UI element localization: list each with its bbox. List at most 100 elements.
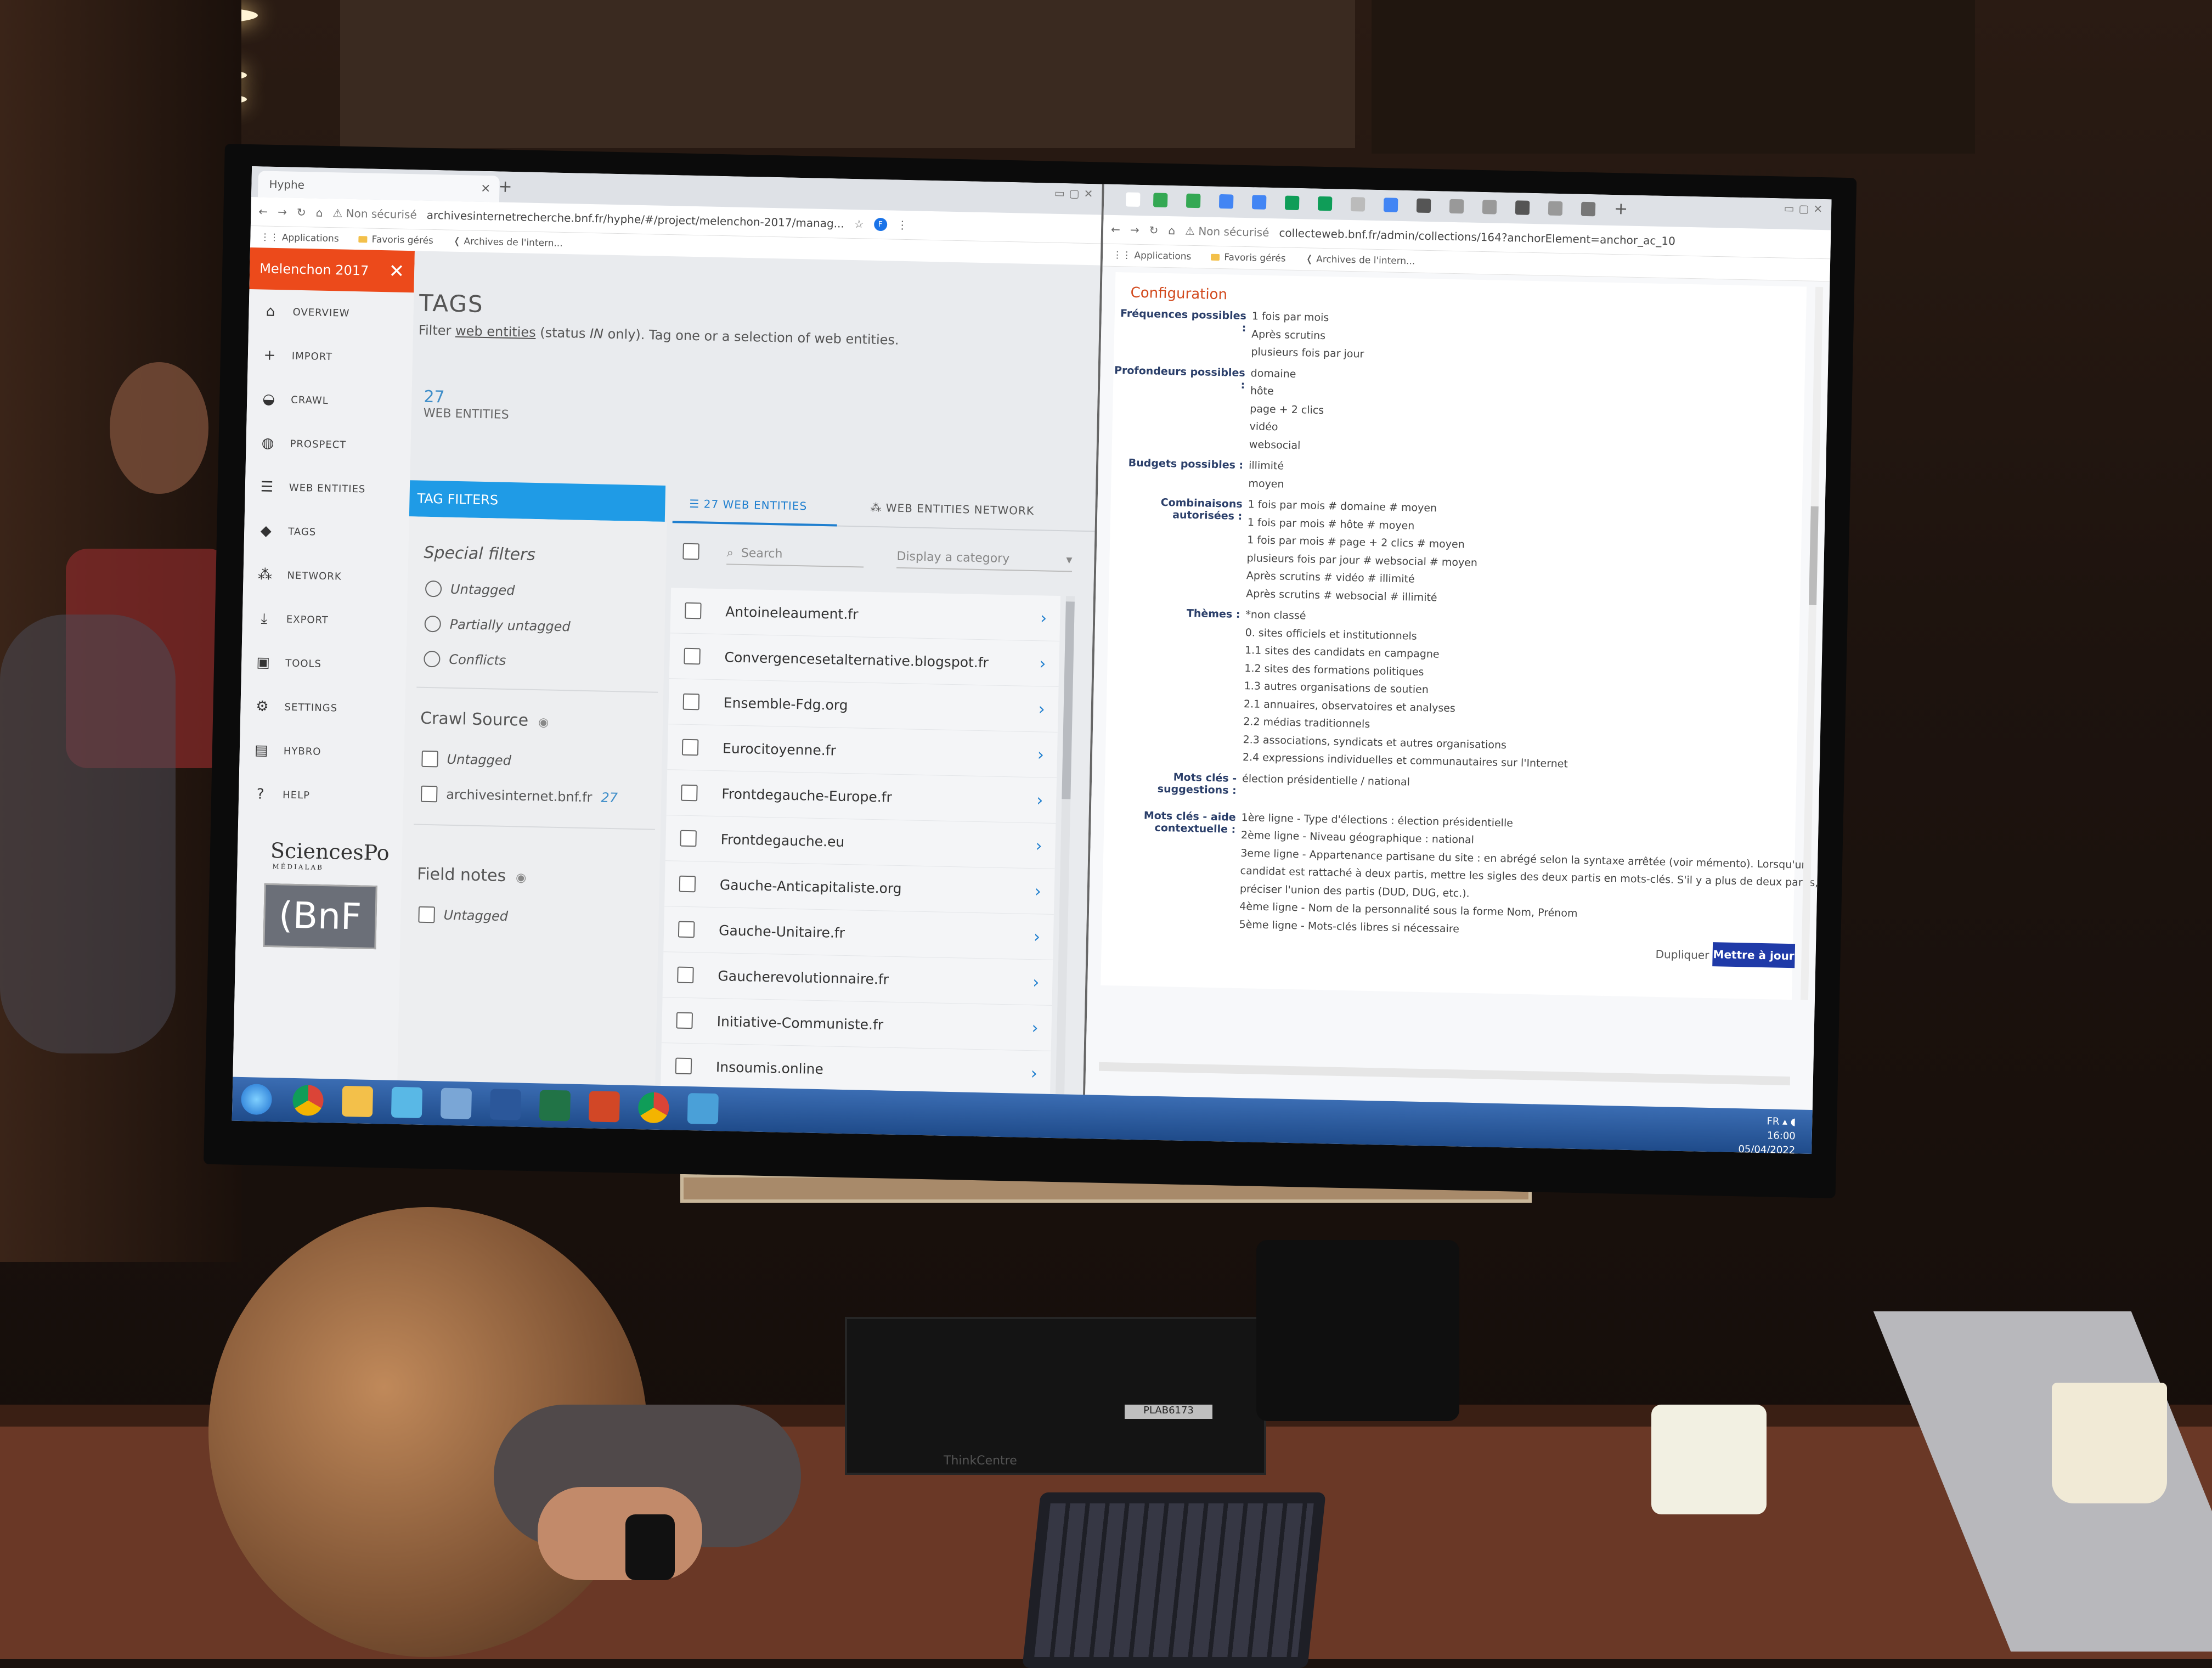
close-project-icon[interactable]: ✕	[388, 250, 405, 292]
checkbox[interactable]	[418, 906, 435, 923]
star-icon[interactable]: ☆	[854, 217, 864, 230]
sidebar-item-prospect[interactable]: ◍ PROSPECT	[246, 421, 411, 468]
security-warning[interactable]: ⚠ Non sécurisé	[1185, 224, 1269, 239]
menu-icon[interactable]: ⋮	[896, 218, 907, 232]
wiki-tab-icon[interactable]	[1350, 197, 1365, 212]
row-checkbox[interactable]	[681, 784, 698, 802]
tab-icon[interactable]	[1548, 201, 1563, 216]
horizontal-scrollbar[interactable]	[1098, 1062, 1791, 1086]
checkbox[interactable]	[421, 750, 438, 768]
radio-button[interactable]	[424, 615, 442, 633]
row-checkbox[interactable]	[682, 693, 700, 711]
active-tab[interactable]	[1125, 192, 1141, 207]
sheets-tab-icon[interactable]	[1317, 196, 1333, 211]
chrome-icon[interactable]	[292, 1084, 324, 1117]
chevron-right-icon[interactable]: ›	[1034, 927, 1041, 946]
back-icon[interactable]: ←	[1111, 223, 1120, 236]
field-notes-untagged[interactable]: Untagged	[418, 906, 508, 925]
sidebar-item-import[interactable]: + IMPORT	[247, 333, 413, 380]
project-header[interactable]: Melenchon 2017 ✕	[249, 247, 415, 293]
chrome-icon[interactable]	[637, 1092, 669, 1124]
table-row[interactable]: Gaucherevolutionnaire.fr ›	[662, 952, 1053, 1006]
close-tab-icon[interactable]: ×	[480, 176, 491, 202]
github-tab-icon[interactable]	[1416, 198, 1431, 213]
crawl-source-untagged[interactable]: Untagged	[421, 750, 511, 769]
system-tray[interactable]: FR ▴ ◖ 16:00 05/04/2022	[1738, 1114, 1796, 1154]
chevron-right-icon[interactable]: ›	[1037, 745, 1045, 764]
sidebar-item-overview[interactable]: ⌂ OVERVIEW	[249, 289, 414, 336]
filter-conflicts[interactable]: Conflicts	[424, 650, 506, 669]
table-row[interactable]: Gauche-Anticapitaliste.org ›	[664, 861, 1055, 915]
chevron-right-icon[interactable]: ›	[1038, 700, 1045, 719]
table-row[interactable]: Eurocitoyenne.fr ›	[667, 724, 1058, 779]
row-checkbox[interactable]	[675, 1057, 692, 1075]
docs-tab-icon[interactable]	[1251, 195, 1267, 210]
drive-tab-icon[interactable]	[1153, 193, 1168, 208]
tab-icon[interactable]	[1581, 201, 1596, 217]
forward-icon[interactable]: →	[1130, 223, 1139, 236]
profile-avatar[interactable]: F	[873, 217, 887, 232]
back-icon[interactable]: ←	[258, 205, 268, 218]
table-row[interactable]: Frontdegauche-Europe.fr ›	[666, 770, 1057, 824]
url-field[interactable]: archivesinternetrecherche.bnf.fr/hyphe/#…	[427, 208, 845, 230]
table-row[interactable]: Convergencesetalternative.blogspot.fr ›	[669, 633, 1060, 688]
search-input[interactable]: ⌕ Search	[726, 542, 864, 568]
web-entities-link[interactable]: web entities	[455, 323, 536, 340]
category-select[interactable]: Display a category ▾	[896, 545, 1073, 572]
excel-icon[interactable]	[539, 1090, 571, 1122]
eye-icon[interactable]: ◉	[538, 715, 549, 729]
security-warning[interactable]: ⚠ Non sécurisé	[332, 206, 417, 221]
sidebar-item-tools[interactable]: ▣ TOOLS	[241, 640, 407, 688]
chevron-right-icon[interactable]: ›	[1034, 882, 1041, 901]
language-indicator[interactable]: FR	[1767, 1115, 1779, 1127]
table-row[interactable]: Ensemble-Fdg.org ›	[668, 679, 1059, 733]
word-icon[interactable]	[489, 1089, 522, 1120]
update-button[interactable]: Mettre à jour	[1712, 942, 1796, 968]
chevron-right-icon[interactable]: ›	[1036, 791, 1043, 810]
table-row[interactable]: Insoumis.online ›	[661, 1043, 1051, 1094]
chevron-right-icon[interactable]: ›	[1030, 1064, 1037, 1083]
github-tab-icon[interactable]	[1515, 200, 1530, 215]
table-row[interactable]: Antoineleaument.fr ›	[670, 588, 1061, 642]
table-row[interactable]: Gauche-Unitaire.fr ›	[663, 906, 1054, 960]
row-checkbox[interactable]	[678, 921, 695, 938]
home-icon[interactable]: ⌂	[1168, 224, 1175, 237]
sidebar-item-network[interactable]: ⁂ NETWORK	[243, 553, 409, 600]
tab-web-entities[interactable]: ☰ 27 WEB ENTITIES	[689, 497, 807, 512]
table-row[interactable]: Initiative-Communiste.fr ›	[661, 998, 1052, 1051]
window-controls[interactable]: ▭▢✕	[1784, 202, 1827, 216]
row-checkbox[interactable]	[677, 966, 694, 984]
reload-icon[interactable]: ↻	[1149, 223, 1158, 236]
radio-button[interactable]	[424, 650, 441, 668]
scroll-thumb[interactable]	[1809, 506, 1819, 605]
sidebar-item-hybro[interactable]: ▤ HYBRO	[239, 728, 405, 775]
powerpoint-icon[interactable]	[588, 1091, 620, 1123]
forward-icon[interactable]: →	[278, 205, 287, 218]
chevron-right-icon[interactable]: ›	[1032, 973, 1040, 992]
app-icon[interactable]	[391, 1086, 423, 1118]
row-checkbox[interactable]	[680, 830, 697, 847]
home-icon[interactable]: ⌂	[315, 206, 323, 219]
chevron-right-icon[interactable]: ›	[1039, 654, 1046, 673]
tab-icon[interactable]	[1449, 199, 1464, 214]
bookmark-applications[interactable]: ⋮⋮ Applications	[1113, 250, 1192, 262]
sidebar-item-web-entities[interactable]: ☰ WEB ENTITIES	[245, 465, 410, 512]
filter-partially-untagged[interactable]: Partially untagged	[424, 615, 571, 635]
crawl-source-archivesinternet[interactable]: archivesinternet.bnf.fr 27	[420, 785, 618, 807]
sidebar-item-help[interactable]: ? HELP	[238, 772, 404, 819]
scroll-thumb[interactable]	[1062, 601, 1075, 799]
chevron-right-icon[interactable]: ›	[1035, 836, 1042, 855]
bookmark-managed[interactable]: Favoris gérés	[1211, 252, 1286, 264]
bookmark-managed[interactable]: Favoris gérés	[358, 234, 433, 246]
chevron-right-icon[interactable]: ›	[1031, 1018, 1039, 1038]
tab-web-entities-network[interactable]: ⁂ WEB ENTITIES NETWORK	[870, 501, 1034, 517]
bookmark-archives[interactable]: ❬ Archives de l'intern...	[453, 236, 563, 249]
network-app-icon[interactable]	[440, 1087, 472, 1119]
sidebar-item-export[interactable]: ⤓ EXPORT	[242, 596, 408, 644]
row-checkbox[interactable]	[685, 602, 702, 619]
docs-tab-icon[interactable]	[1218, 194, 1234, 209]
row-checkbox[interactable]	[684, 647, 701, 665]
sidebar-item-tags[interactable]: ◆ TAGS	[244, 509, 409, 556]
sidebar-item-crawl[interactable]: ◒ CRAWL	[246, 377, 412, 424]
filter-untagged[interactable]: Untagged	[425, 580, 515, 599]
